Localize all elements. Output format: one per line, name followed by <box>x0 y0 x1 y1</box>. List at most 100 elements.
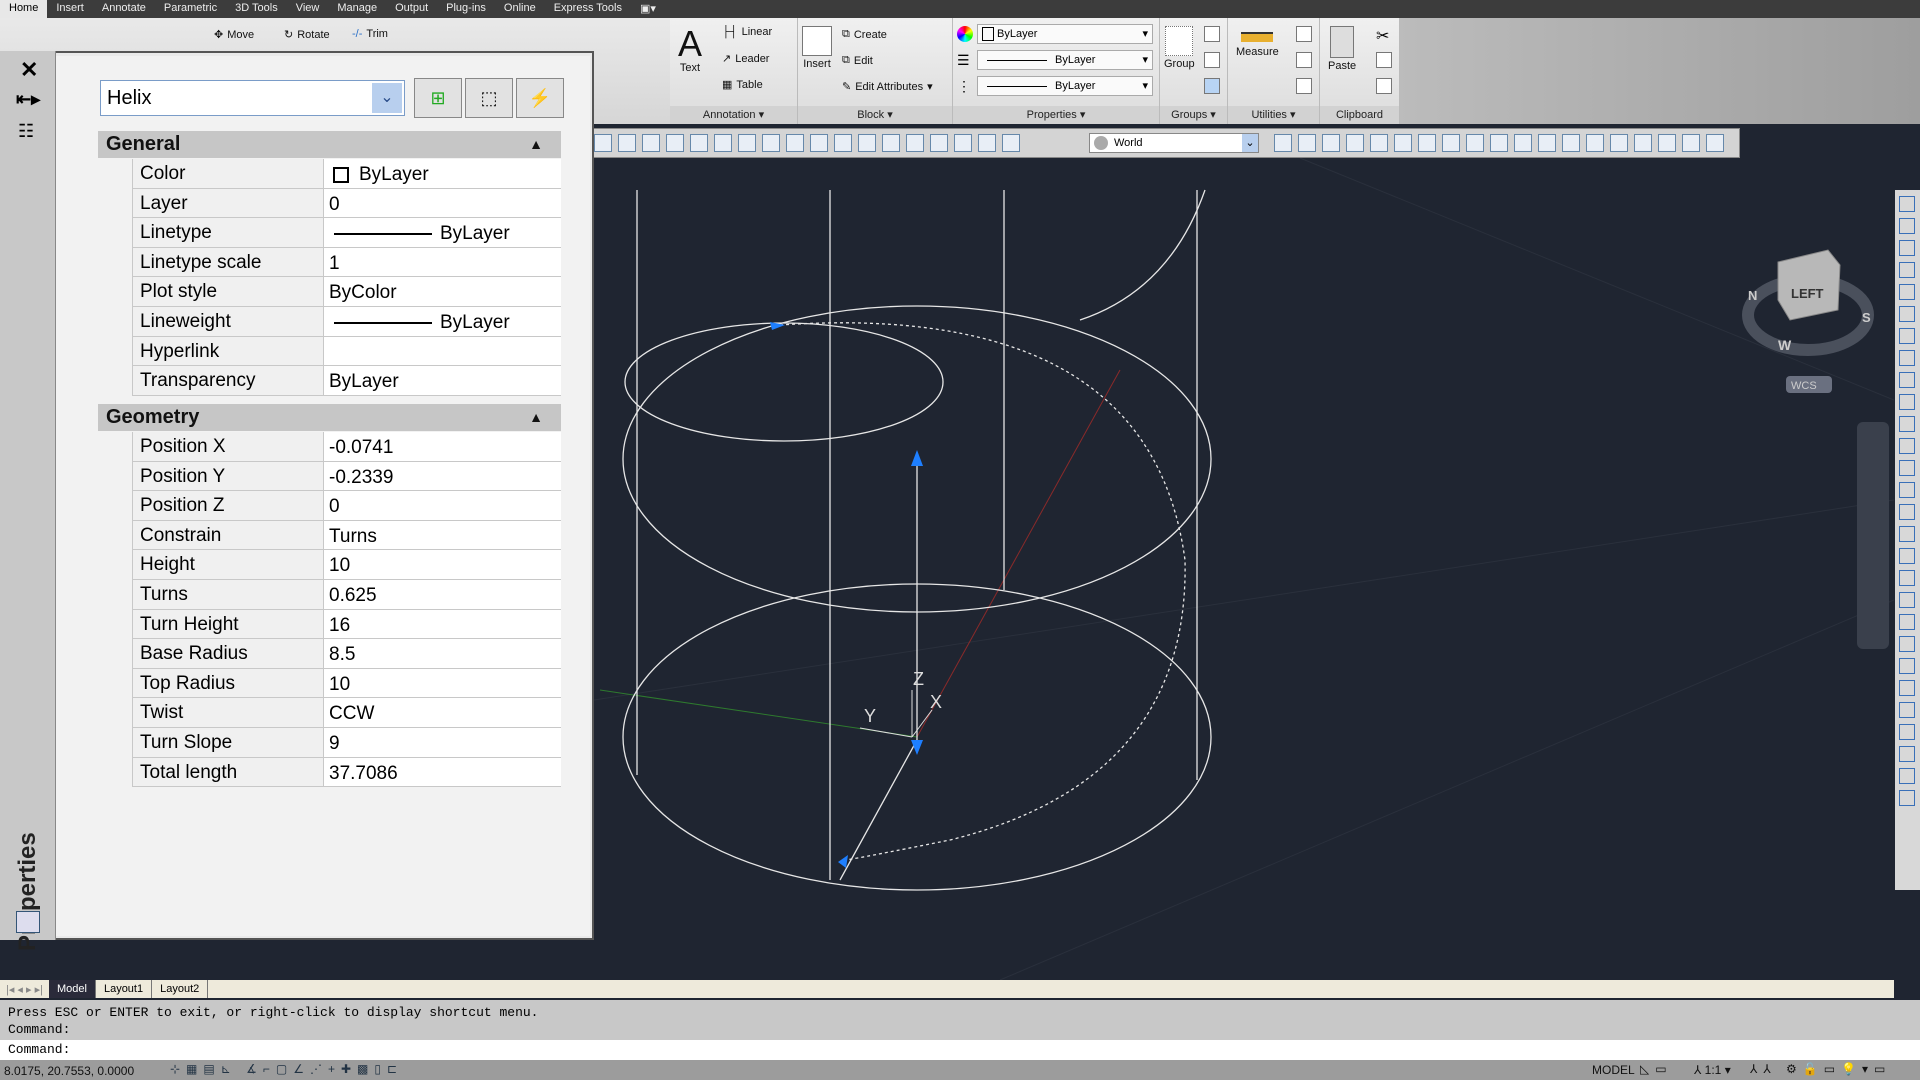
compass-north[interactable]: N <box>1748 288 1757 303</box>
block-panel-title[interactable]: Block ▾ <box>798 106 952 124</box>
property-value[interactable]: -0.2339 <box>324 461 561 491</box>
3d-tool-icon[interactable] <box>882 134 900 152</box>
property-value[interactable]: 10 <box>324 550 561 579</box>
property-row[interactable]: Transparency ByLayer <box>132 366 561 396</box>
measure-tool-icon[interactable] <box>1610 134 1628 152</box>
group-button[interactable]: Group <box>1164 26 1195 70</box>
chamfer-icon[interactable] <box>1899 482 1915 498</box>
property-value[interactable]: ByLayer <box>324 307 561 336</box>
start-grip[interactable] <box>838 855 848 868</box>
tab-scroll-arrows[interactable]: |◂ ◂ ▸ ▸| <box>0 983 49 996</box>
property-row[interactable]: Linetype ByLayer <box>132 218 561 248</box>
edit-attributes-button[interactable]: ✎ Edit Attributes ▾ <box>842 80 933 94</box>
property-value[interactable]: ByLayer <box>324 218 561 247</box>
3d-tool-icon[interactable] <box>762 134 780 152</box>
measure-tool-icon[interactable] <box>1706 134 1724 152</box>
tab-layout1[interactable]: Layout1 <box>96 980 153 998</box>
ucs-icon[interactable] <box>1002 134 1020 152</box>
linear-button[interactable]: ├┤ Linear <box>722 26 772 38</box>
offset-icon[interactable] <box>1899 262 1915 278</box>
tab-output[interactable]: Output <box>386 0 437 18</box>
ucs-icon[interactable] <box>1586 134 1604 152</box>
property-row[interactable]: Top Radius 10 <box>132 668 561 699</box>
collapse-icon[interactable]: ▲ <box>529 131 543 158</box>
3d-tool-icon[interactable] <box>714 134 732 152</box>
break-icon[interactable] <box>1899 438 1915 454</box>
quick-select-icon[interactable] <box>1296 26 1312 42</box>
cut-icon[interactable]: ✂ <box>1376 26 1389 46</box>
section-general[interactable]: General ▲ <box>98 131 561 158</box>
property-value[interactable]: ByColor <box>324 277 561 306</box>
section-geometry[interactable]: Geometry ▲ <box>98 404 561 431</box>
blend-icon[interactable] <box>1899 526 1915 542</box>
command-line-input[interactable]: Command: <box>0 1040 1920 1060</box>
wcs-label[interactable]: WCS <box>1791 380 1817 392</box>
property-row[interactable]: Position Y -0.2339 <box>132 461 561 492</box>
tool-icon[interactable] <box>1899 790 1915 806</box>
model-space-button[interactable]: MODEL <box>1592 1063 1635 1077</box>
tool-icon[interactable] <box>1899 658 1915 674</box>
ucs-icon[interactable] <box>1442 134 1460 152</box>
property-value[interactable]: 0.625 <box>324 580 561 609</box>
stretch-icon[interactable] <box>1899 372 1915 388</box>
property-value[interactable]: -0.0741 <box>324 432 561 461</box>
3d-tool-icon[interactable] <box>906 134 924 152</box>
compass-south[interactable]: S <box>1862 310 1871 325</box>
3d-tool-icon[interactable] <box>930 134 948 152</box>
ucs-icon[interactable] <box>1370 134 1388 152</box>
property-value[interactable]: 0 <box>324 491 561 520</box>
close-icon[interactable]: ✕ <box>20 57 38 83</box>
ucs-icon[interactable] <box>1562 134 1580 152</box>
viewcube[interactable]: LEFT N W S WCS <box>1742 249 1874 393</box>
ucs-dropdown[interactable]: World ⌄ <box>1089 133 1259 153</box>
tab-insert[interactable]: Insert <box>47 0 93 18</box>
compass-west[interactable]: W <box>1778 337 1792 353</box>
ucs-icon[interactable] <box>1490 134 1508 152</box>
ucs-icon[interactable] <box>1298 134 1316 152</box>
tool-icon[interactable] <box>1899 196 1915 212</box>
3d-tool-icon[interactable] <box>834 134 852 152</box>
object-type-dropdown[interactable]: Helix ⌄ <box>100 80 405 116</box>
viewcube-face-label[interactable]: LEFT <box>1791 286 1824 301</box>
property-value[interactable]: CCW <box>324 698 561 727</box>
ucs-icon[interactable] <box>1514 134 1532 152</box>
property-row[interactable]: Base Radius 8.5 <box>132 639 561 669</box>
move-icon[interactable] <box>1899 306 1915 322</box>
viewcube-box[interactable] <box>1777 249 1841 321</box>
status-tray-icons[interactable]: ⅄⅄ ⚙🔓▭💡▾▭ <box>1750 1062 1891 1076</box>
property-value[interactable]: 37.7086 <box>324 757 561 787</box>
property-value[interactable]: 8.5 <box>324 639 561 668</box>
property-row[interactable]: Twist CCW <box>132 698 561 728</box>
tool-icon[interactable] <box>1899 636 1915 652</box>
property-value[interactable]: 10 <box>324 668 561 698</box>
property-row[interactable]: Turns 0.625 <box>132 580 561 610</box>
property-row[interactable]: Constrain Turns <box>132 520 561 551</box>
measure-tool-icon[interactable] <box>1634 134 1652 152</box>
tool-icon[interactable] <box>1899 724 1915 740</box>
trim-icon[interactable] <box>1899 394 1915 410</box>
3d-tool-icon[interactable] <box>642 134 660 152</box>
trim-button[interactable]: -/- Trim <box>352 28 388 40</box>
tool-icon[interactable] <box>1899 768 1915 784</box>
tab-view[interactable]: View <box>287 0 329 18</box>
property-value[interactable]: Turns <box>324 520 561 550</box>
tool-icon[interactable] <box>1899 702 1915 718</box>
rotate-button[interactable]: ↻ Rotate <box>284 28 330 42</box>
create-block-button[interactable]: ⧉ Create <box>842 28 887 41</box>
calculator-icon[interactable] <box>1296 78 1312 94</box>
tool-icon[interactable] <box>1899 680 1915 696</box>
ucs-icon[interactable] <box>1274 134 1292 152</box>
auto-hide-icon[interactable]: ⇤▸ <box>16 89 40 110</box>
tab-layout2[interactable]: Layout2 <box>152 980 209 998</box>
utilities-panel-title[interactable]: Utilities ▾ <box>1228 106 1319 124</box>
match-properties-icon[interactable] <box>1376 78 1392 94</box>
mirror-icon[interactable] <box>1899 240 1915 256</box>
property-row[interactable]: Layer 0 <box>132 188 561 219</box>
lineweight-dropdown[interactable]: ByLayer ▾ <box>977 50 1153 70</box>
color-dropdown[interactable]: ByLayer ▾ <box>977 24 1153 44</box>
edit-block-button[interactable]: ⧉ Edit <box>842 54 873 67</box>
ucs-icon[interactable] <box>1538 134 1556 152</box>
property-row[interactable]: Hyperlink <box>132 336 561 367</box>
tool-icon[interactable] <box>1899 614 1915 630</box>
ucs-icon[interactable] <box>1466 134 1484 152</box>
